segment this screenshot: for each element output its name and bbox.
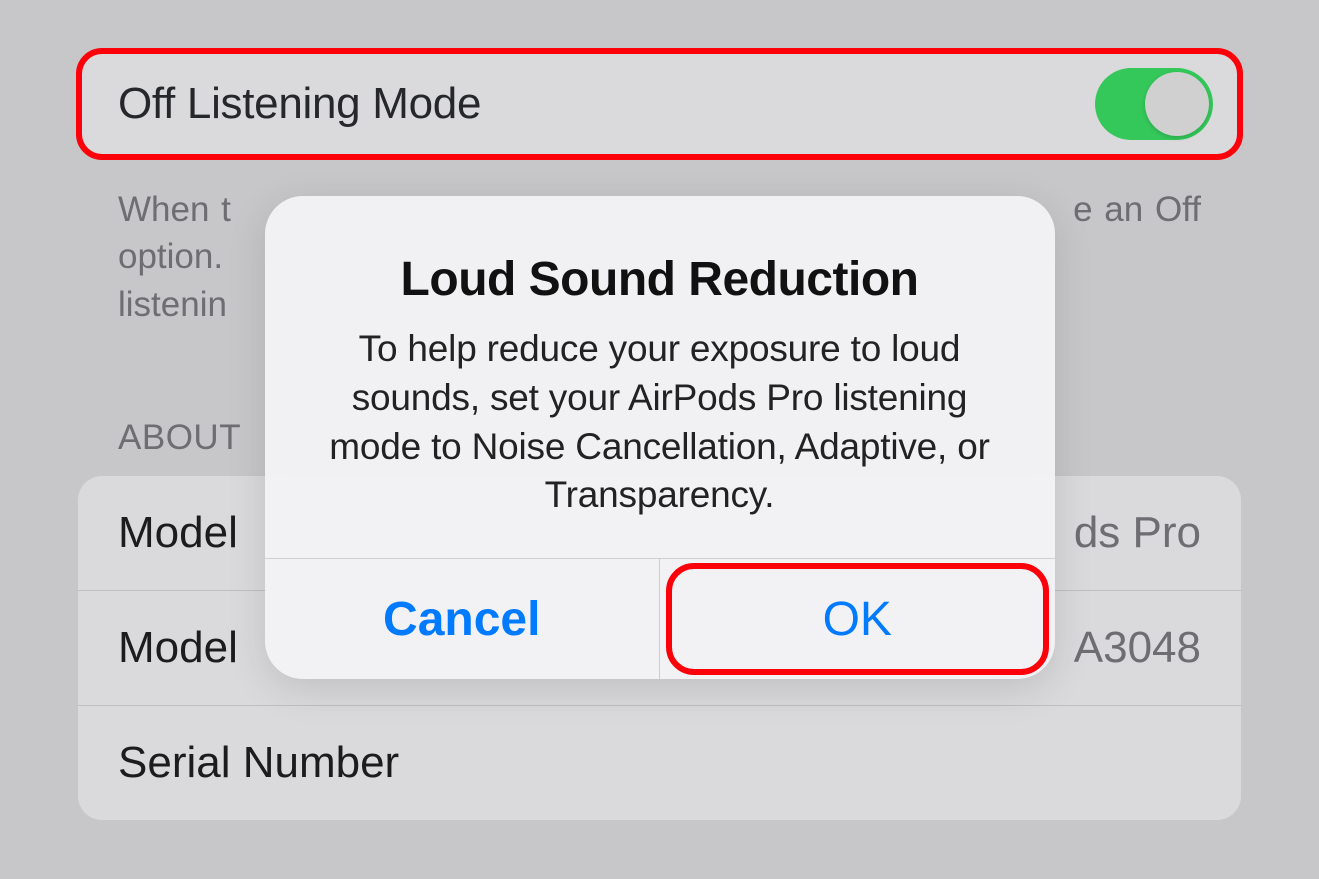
serial-number-key: Serial Number [118, 738, 399, 788]
off-listening-mode-row[interactable]: Off Listening Mode [78, 50, 1241, 158]
model-name-value: ds Pro [1074, 508, 1201, 558]
alert-title: Loud Sound Reduction [305, 252, 1015, 307]
off-listening-mode-toggle[interactable] [1095, 68, 1213, 140]
alert-body: Loud Sound Reduction To help reduce your… [265, 196, 1055, 558]
model-number-value: A3048 [1074, 623, 1201, 673]
cancel-button[interactable]: Cancel [265, 559, 661, 679]
table-row[interactable]: Serial Number [78, 706, 1241, 820]
cancel-button-label: Cancel [383, 592, 540, 647]
footer-fragment-1a: When t [118, 186, 231, 233]
model-name-key: Model [118, 508, 238, 558]
model-number-key: Model [118, 623, 238, 673]
loud-sound-reduction-alert: Loud Sound Reduction To help reduce your… [265, 196, 1055, 679]
toggle-knob [1145, 72, 1209, 136]
alert-message: To help reduce your exposure to loud sou… [305, 325, 1015, 520]
ok-button[interactable]: OK [660, 559, 1055, 679]
off-listening-mode-label: Off Listening Mode [118, 79, 481, 129]
alert-button-row: Cancel OK [265, 558, 1055, 679]
ok-button-label: OK [823, 592, 892, 647]
footer-fragment-1b: e an Off [1073, 186, 1201, 233]
